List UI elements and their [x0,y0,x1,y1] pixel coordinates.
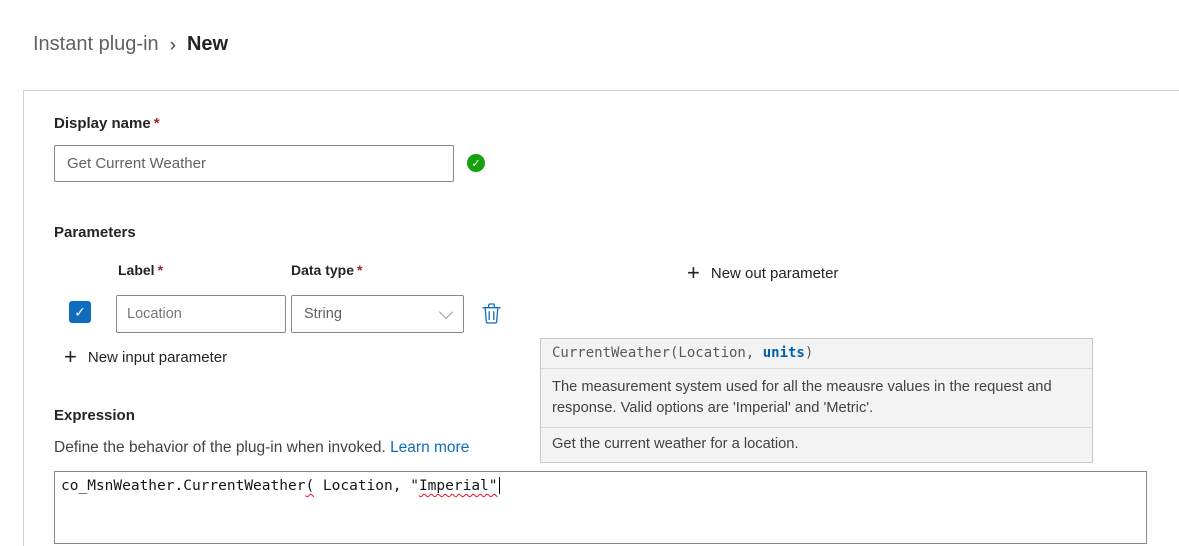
code-arguments: Location, " [314,478,419,494]
code-string-literal: Imperial" [419,478,498,494]
new-input-parameter-label: New input parameter [88,349,227,366]
function-summary: Get the current weather for a location. [541,427,1092,462]
required-asterisk: * [357,262,362,278]
delete-parameter-button[interactable] [478,302,504,328]
display-name-input[interactable] [54,145,454,182]
expression-title: Expression [54,407,135,424]
checkmark-icon: ✓ [74,304,86,321]
code-function-name: co_MsnWeather.CurrentWeather [61,478,305,494]
signature-help-tooltip: CurrentWeather(Location, units) The meas… [540,338,1093,463]
active-parameter: units [763,345,805,361]
datatype-dropdown[interactable]: String [291,295,464,333]
parameters-title: Parameters [54,224,136,241]
expression-editor[interactable]: co_MsnWeather.CurrentWeather( Location, … [54,471,1147,544]
label-column-header: Label* [118,262,163,278]
parameter-label-input[interactable] [116,295,286,333]
learn-more-link[interactable]: Learn more [390,439,469,456]
parameter-checkbox[interactable]: ✓ [69,301,91,323]
expression-description: Define the behavior of the plug-in when … [54,439,469,457]
plugin-form-panel: Display name* ✓ Parameters Label* Data t… [23,90,1179,546]
breadcrumb-item-new: New [187,33,228,56]
trash-icon [482,303,501,327]
display-name-label: Display name* [54,115,160,132]
datatype-column-header: Data type* [291,262,362,278]
code-line: co_MsnWeather.CurrentWeather( Location, … [61,477,1140,494]
valid-check-icon: ✓ [467,154,485,172]
datatype-selected-value: String [304,306,342,322]
new-out-parameter-button[interactable]: + New out parameter [687,262,838,284]
code-open-paren: ( [305,478,314,494]
new-input-parameter-button[interactable]: + New input parameter [64,346,227,368]
parameter-doc: The measurement system used for all the … [541,369,1092,427]
required-asterisk: * [158,262,163,278]
plus-icon: + [64,346,77,368]
breadcrumb: Instant plug-in › New [33,33,228,56]
new-out-parameter-label: New out parameter [711,265,839,282]
breadcrumb-chevron-icon: › [170,35,176,55]
text-cursor [499,477,501,494]
plus-icon: + [687,262,700,284]
signature-line: CurrentWeather(Location, units) [541,339,1092,369]
required-asterisk: * [154,115,160,132]
chevron-down-icon [439,304,453,318]
breadcrumb-item-instant-plugin[interactable]: Instant plug-in [33,33,159,56]
